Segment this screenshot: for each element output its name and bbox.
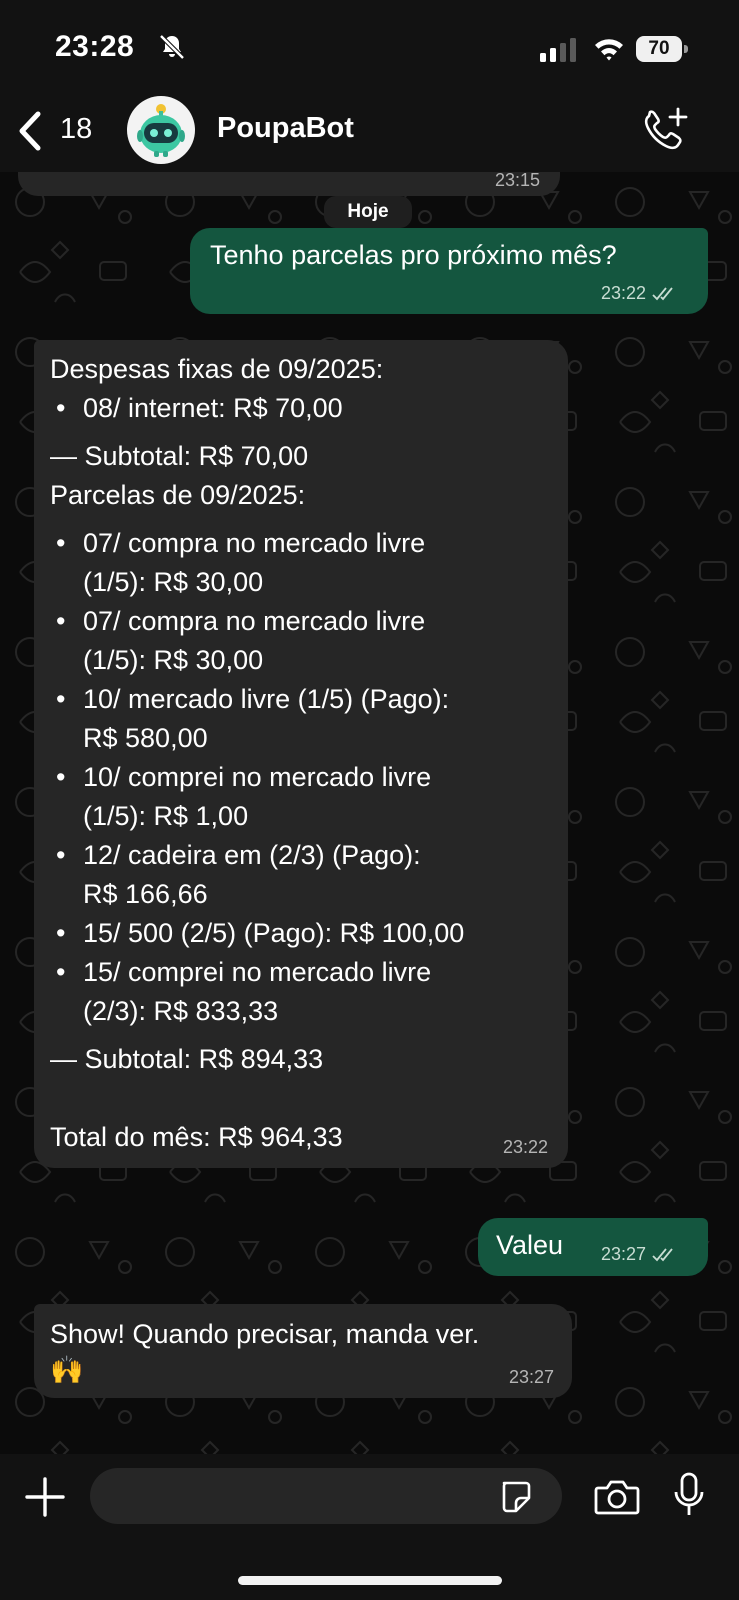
plus-icon[interactable] [24, 1476, 66, 1518]
list-item-cont: (1/5): R$ 30,00 [83, 645, 264, 675]
chat-header: 18 PoupaBot [0, 90, 739, 172]
list-item: 10/ mercado livre (1/5) (Pago): [50, 680, 560, 719]
message-time: 23:15 [494, 172, 540, 190]
read-receipt-icon [652, 1247, 673, 1261]
message-meta: 23:27 [601, 1244, 678, 1265]
list-item: 15/ comprei no mercado livre [50, 953, 560, 992]
read-receipt-icon [652, 286, 673, 300]
message-time: 23:27 [508, 1367, 554, 1387]
message-input[interactable] [90, 1468, 562, 1524]
status-bar: 23:28 70 [0, 0, 739, 90]
list-item-cont: (1/5): R$ 1,00 [83, 801, 249, 831]
avatar[interactable] [127, 96, 195, 164]
list-item: 07/ compra no mercado livre [50, 524, 560, 563]
total-line: Total do mês: R$ 964,33 [50, 1122, 343, 1152]
message-body: Despesas fixas de 09/2025: 08/ internet:… [50, 350, 560, 1157]
list-item-cont: R$ 580,00 [83, 723, 208, 753]
incoming-message-list[interactable]: Despesas fixas de 09/2025: 08/ internet:… [34, 340, 568, 1168]
list-item: 10/ comprei no mercado livre [50, 758, 560, 797]
list-item-cont: R$ 166,66 [83, 879, 208, 909]
robot-avatar-icon [137, 104, 185, 157]
message-time: 23:27 [600, 1244, 646, 1264]
list-item: 15/ 500 (2/5) (Pago): R$ 100,00 [50, 914, 560, 953]
list-item: 08/ internet: R$ 70,00 [50, 389, 560, 428]
composer-bar [0, 1454, 739, 1600]
signal-icon [540, 38, 576, 62]
message-text: Show! Quando precisar, manda ver. [50, 1319, 480, 1349]
home-indicator [238, 1576, 502, 1585]
message-time: 23:22 [502, 1137, 548, 1157]
battery-level: 70 [636, 36, 682, 62]
message-time: 23:22 [600, 283, 646, 303]
list-item: 12/ cadeira em (2/3) (Pago): [50, 836, 560, 875]
wifi-icon [595, 39, 623, 61]
call-add-icon[interactable] [640, 106, 690, 154]
message-text: Valeu [496, 1230, 564, 1260]
battery-icon: 70 [636, 36, 690, 62]
previous-message-bubble[interactable]: 23:15 [18, 172, 560, 196]
incoming-message[interactable]: Show! Quando precisar, manda ver. 🙌 23:2… [34, 1304, 572, 1398]
message-meta: 23:22 [601, 283, 678, 304]
outgoing-message[interactable]: Tenho parcelas pro próximo mês? 23:22 [190, 228, 708, 314]
list-item-cont: (2/3): R$ 833,33 [83, 996, 279, 1026]
emoji: 🙌 [50, 1355, 84, 1385]
camera-icon[interactable] [594, 1478, 640, 1516]
list-item: 07/ compra no mercado livre [50, 602, 560, 641]
list-line: Despesas fixas de 09/2025: [50, 354, 384, 384]
list-item-cont: (1/5): R$ 30,00 [83, 567, 264, 597]
message-text: Tenho parcelas pro próximo mês? [210, 240, 617, 270]
subtotal-line: — Subtotal: R$ 894,33 [50, 1044, 324, 1074]
status-time: 23:28 [55, 30, 135, 63]
bell-slash-icon [159, 34, 185, 60]
subtotal-line: — Subtotal: R$ 70,00 [50, 441, 309, 471]
date-separator: Hoje [324, 196, 412, 228]
microphone-icon[interactable] [672, 1472, 706, 1520]
list-line: Parcelas de 09/2025: [50, 480, 306, 510]
contact-name[interactable]: PoupaBot [217, 112, 354, 145]
unread-count[interactable]: 18 [60, 113, 92, 146]
outgoing-message[interactable]: Valeu 23:27 [478, 1218, 708, 1276]
sticker-icon[interactable] [498, 1480, 532, 1514]
chat-area[interactable]: 23:15 Hoje Tenho parcelas pro próximo mê… [0, 172, 739, 1454]
back-chevron-icon[interactable] [14, 110, 48, 152]
message-text-block: Show! Quando precisar, manda ver. 🙌 [50, 1316, 479, 1388]
